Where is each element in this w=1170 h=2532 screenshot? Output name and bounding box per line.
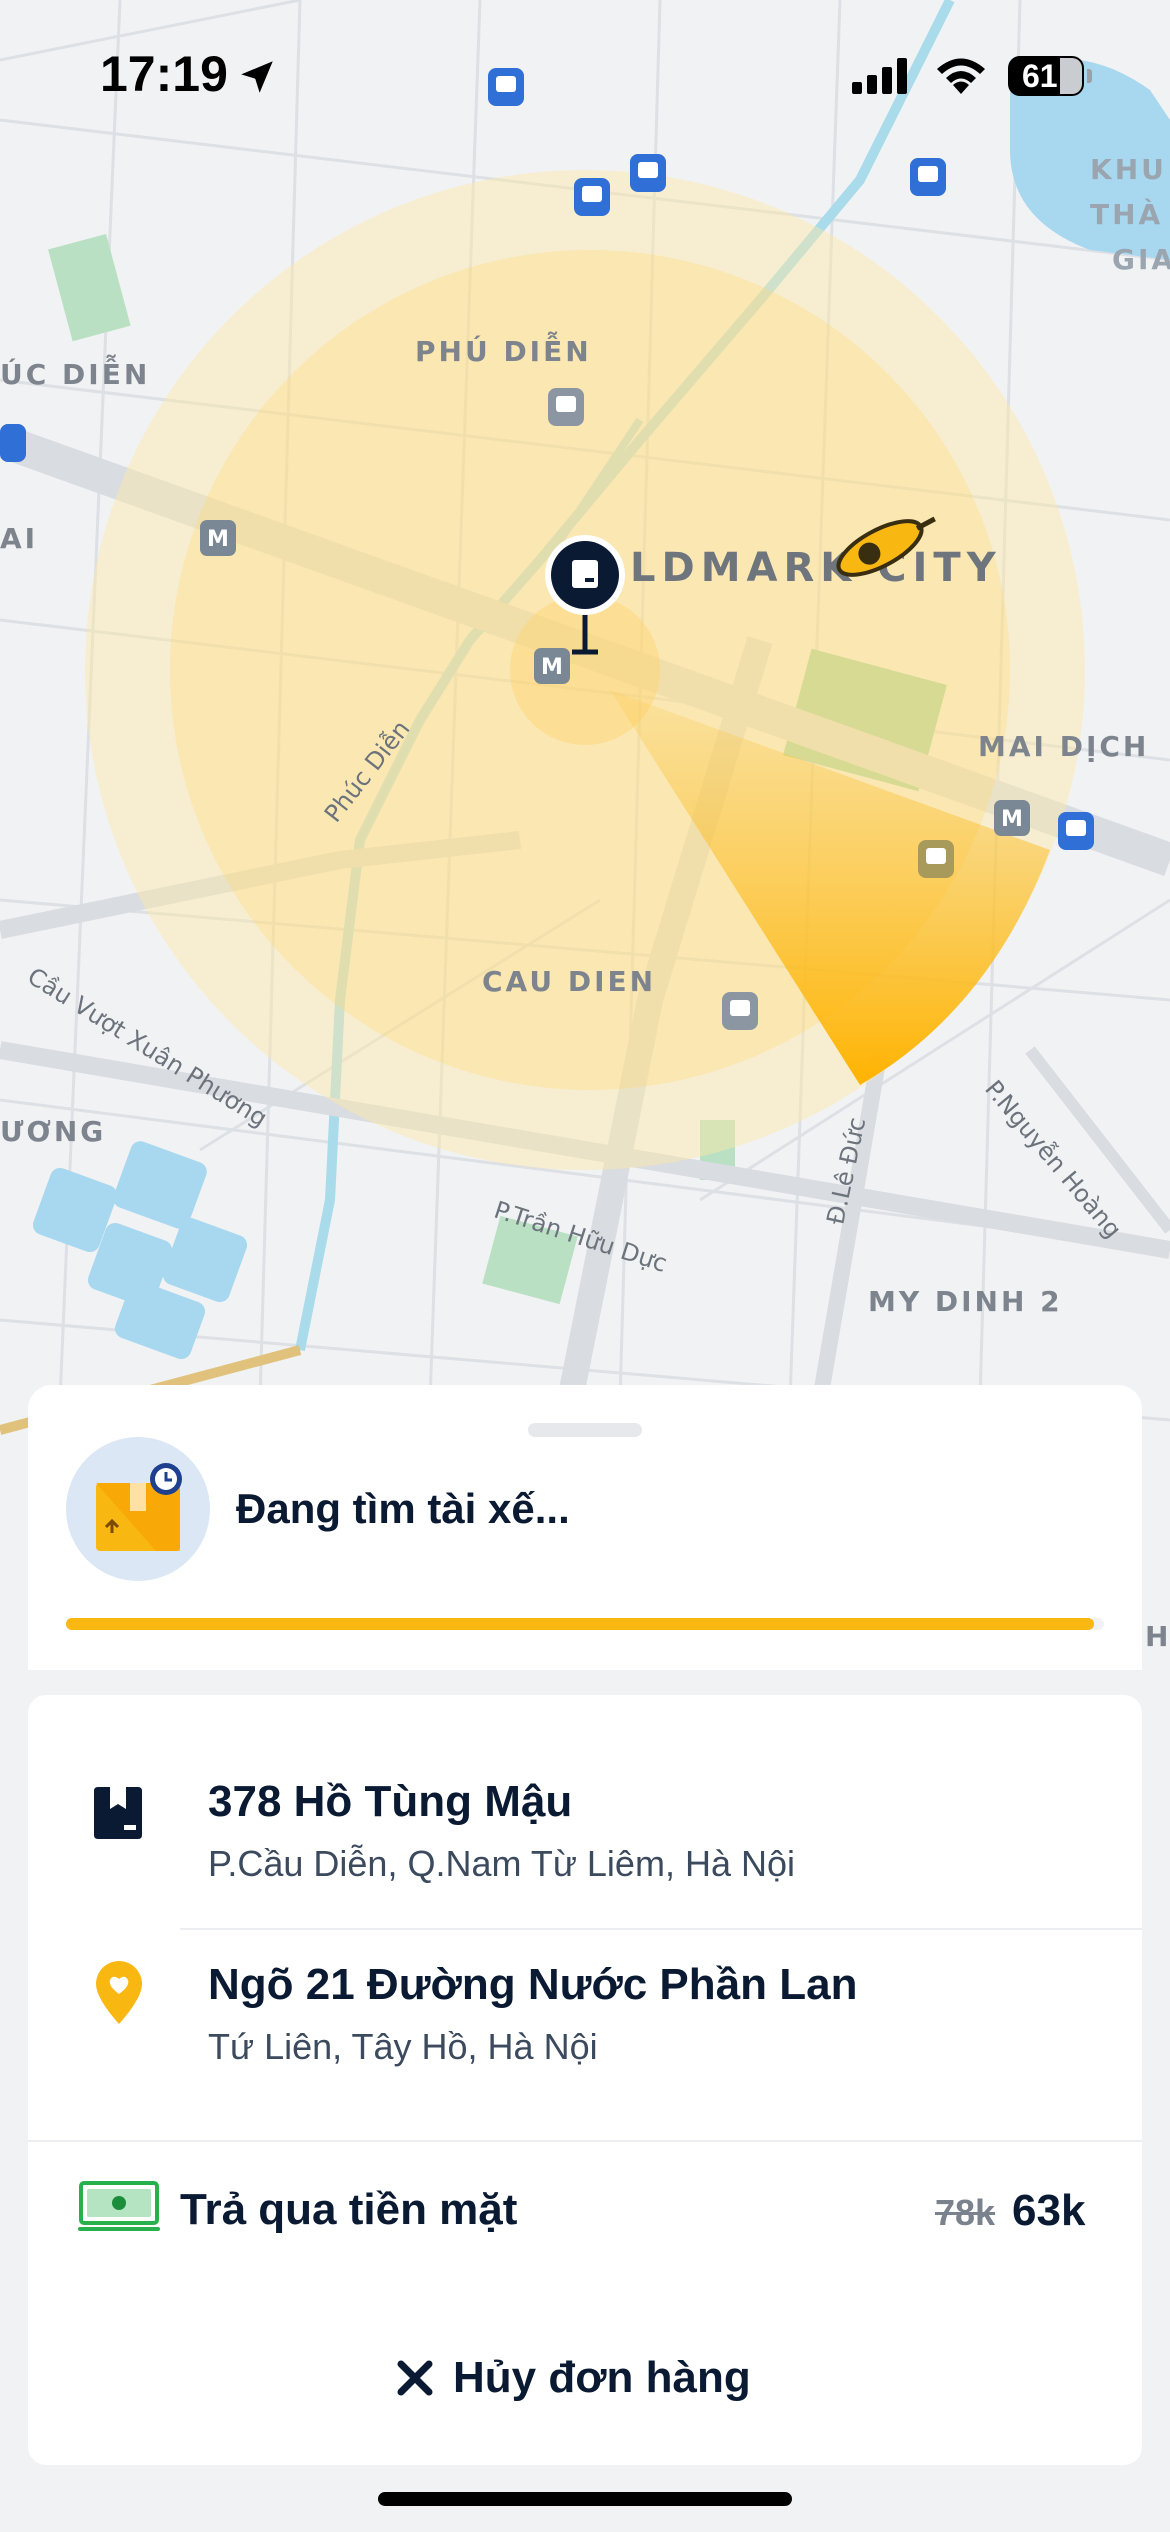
dropoff-heart-pin-icon	[96, 1961, 142, 2024]
bus-stop-icon	[630, 154, 666, 192]
search-status-text: Đang tìm tài xế...	[236, 1485, 570, 1532]
metro-icon: M	[534, 648, 570, 684]
pickup-pin-icon	[545, 535, 625, 655]
bus-stop-icon	[918, 840, 954, 878]
drag-handle[interactable]	[528, 1423, 642, 1437]
location-arrow-icon	[241, 61, 273, 93]
original-price: 78k	[935, 2192, 996, 2233]
map-label-h: H	[1145, 1620, 1170, 1653]
cash-icon	[78, 2181, 160, 2231]
metro-icon: M	[200, 520, 236, 556]
svg-text:M: M	[207, 527, 229, 552]
row-divider	[180, 1928, 1142, 1930]
bus-stop-icon	[574, 178, 610, 216]
metro-icon: M	[994, 800, 1030, 836]
pickup-title: 378 Hồ Tùng Mậu	[208, 1777, 573, 1826]
search-progress-bar	[66, 1618, 1104, 1630]
dropoff-address: Tứ Liên, Tây Hồ, Hà Nội	[208, 2026, 598, 2067]
pickup-box-icon	[94, 1787, 142, 1839]
parcel-box-icon	[96, 1463, 182, 1551]
home-indicator[interactable]	[378, 2492, 792, 2506]
cancel-order-label: Hủy đơn hàng	[453, 2353, 751, 2402]
cancel-order-button[interactable]: Hủy đơn hàng	[395, 2348, 751, 2408]
svg-text:M: M	[541, 655, 563, 680]
bus-stop-icon	[910, 158, 946, 196]
close-icon	[397, 2360, 433, 2396]
searching-driver-card[interactable]: Đang tìm tài xế...	[28, 1385, 1142, 1670]
row-divider	[28, 2140, 1142, 2142]
status-time: 17:19	[100, 46, 228, 102]
wifi-icon	[937, 58, 985, 94]
search-progress-fill	[66, 1618, 1094, 1630]
bus-stop-icon	[1058, 812, 1094, 850]
pickup-address: P.Cầu Diễn, Q.Nam Từ Liêm, Hà Nội	[208, 1843, 795, 1884]
discounted-price: 63k	[1012, 2186, 1086, 2235]
payment-method-label: Trả qua tiền mặt	[180, 2185, 518, 2234]
cellular-signal-icon	[852, 58, 907, 94]
battery-indicator: 61	[1008, 56, 1092, 96]
bus-stop-icon	[722, 992, 758, 1030]
dropoff-title: Ngõ 21 Đường Nước Phần Lan	[208, 1960, 858, 2009]
bus-stop-icon	[0, 424, 26, 462]
svg-text:M: M	[1001, 807, 1023, 832]
bus-stop-icon	[548, 388, 584, 426]
status-bar: 17:19 61	[0, 0, 1170, 150]
driver-bike-icon	[836, 516, 936, 577]
parcel-status-avatar	[66, 1437, 210, 1581]
